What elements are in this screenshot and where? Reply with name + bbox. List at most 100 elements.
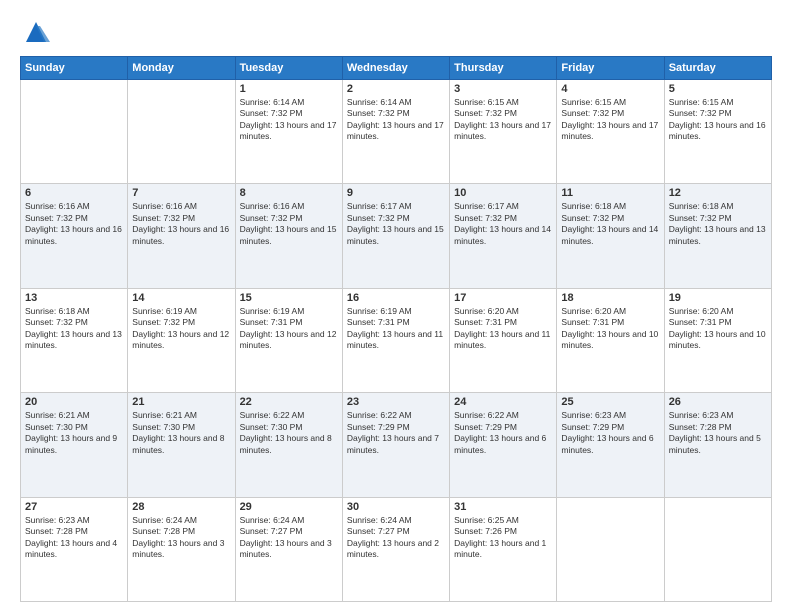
- day-info: Sunrise: 6:16 AM Sunset: 7:32 PM Dayligh…: [240, 201, 338, 247]
- day-number: 6: [25, 187, 123, 199]
- day-info: Sunrise: 6:22 AM Sunset: 7:29 PM Dayligh…: [347, 410, 445, 456]
- col-header-monday: Monday: [128, 57, 235, 80]
- day-number: 13: [25, 292, 123, 304]
- day-number: 8: [240, 187, 338, 199]
- day-info: Sunrise: 6:17 AM Sunset: 7:32 PM Dayligh…: [454, 201, 552, 247]
- day-number: 12: [669, 187, 767, 199]
- day-number: 18: [561, 292, 659, 304]
- calendar-cell: 11 Sunrise: 6:18 AM Sunset: 7:32 PM Dayli…: [557, 184, 664, 288]
- day-number: 1: [240, 83, 338, 95]
- day-number: 3: [454, 83, 552, 95]
- calendar-cell: [21, 80, 128, 184]
- day-info: Sunrise: 6:18 AM Sunset: 7:32 PM Dayligh…: [561, 201, 659, 247]
- day-info: Sunrise: 6:23 AM Sunset: 7:29 PM Dayligh…: [561, 410, 659, 456]
- day-number: 10: [454, 187, 552, 199]
- day-info: Sunrise: 6:23 AM Sunset: 7:28 PM Dayligh…: [669, 410, 767, 456]
- calendar-cell: 21 Sunrise: 6:21 AM Sunset: 7:30 PM Dayli…: [128, 393, 235, 497]
- day-info: Sunrise: 6:19 AM Sunset: 7:32 PM Dayligh…: [132, 306, 230, 352]
- calendar-cell: 18Sunrise: 6:20 AM Sunset: 7:31 PM Dayli…: [557, 288, 664, 392]
- calendar-cell: 4 Sunrise: 6:15 AM Sunset: 7:32 PM Daylig…: [557, 80, 664, 184]
- day-info: Sunrise: 6:15 AM Sunset: 7:32 PM Dayligh…: [561, 97, 659, 143]
- day-info: Sunrise: 6:15 AM Sunset: 7:32 PM Dayligh…: [454, 97, 552, 143]
- col-header-wednesday: Wednesday: [342, 57, 449, 80]
- day-number: 31: [454, 501, 552, 513]
- day-number: 27: [25, 501, 123, 513]
- page: SundayMondayTuesdayWednesdayThursdayFrid…: [0, 0, 792, 612]
- day-number: 14: [132, 292, 230, 304]
- day-info: Sunrise: 6:24 AM Sunset: 7:27 PM Dayligh…: [240, 515, 338, 561]
- day-info: Sunrise: 6:18 AM Sunset: 7:32 PM Dayligh…: [25, 306, 123, 352]
- day-number: 21: [132, 396, 230, 408]
- calendar-cell: 1 Sunrise: 6:14 AM Sunset: 7:32 PM Daylig…: [235, 80, 342, 184]
- day-info: Sunrise: 6:19 AM Sunset: 7:31 PM Dayligh…: [347, 306, 445, 352]
- calendar-cell: 12 Sunrise: 6:18 AM Sunset: 7:32 PM Dayli…: [664, 184, 771, 288]
- day-info: Sunrise: 6:20 AM Sunset: 7:31 PM Dayligh…: [454, 306, 552, 352]
- calendar-week-4: 20 Sunrise: 6:21 AM Sunset: 7:30 PM Dayli…: [21, 393, 772, 497]
- calendar-cell: 28 Sunrise: 6:24 AM Sunset: 7:28 PM Dayli…: [128, 497, 235, 601]
- col-header-friday: Friday: [557, 57, 664, 80]
- calendar-cell: 24Sunrise: 6:22 AM Sunset: 7:29 PM Dayli…: [450, 393, 557, 497]
- calendar-cell: 15 Sunrise: 6:19 AM Sunset: 7:31 PM Dayli…: [235, 288, 342, 392]
- calendar-cell: 10 Sunrise: 6:17 AM Sunset: 7:32 PM Dayli…: [450, 184, 557, 288]
- day-info: Sunrise: 6:17 AM Sunset: 7:32 PM Dayligh…: [347, 201, 445, 247]
- day-info: Sunrise: 6:21 AM Sunset: 7:30 PM Dayligh…: [132, 410, 230, 456]
- day-number: 23: [347, 396, 445, 408]
- calendar-cell: 20 Sunrise: 6:21 AM Sunset: 7:30 PM Dayli…: [21, 393, 128, 497]
- day-info: Sunrise: 6:22 AM Sunset: 7:29 PM Dayligh…: [454, 410, 552, 456]
- calendar-cell: [557, 497, 664, 601]
- day-info: Sunrise: 6:15 AM Sunset: 7:32 PM Dayligh…: [669, 97, 767, 143]
- day-number: 22: [240, 396, 338, 408]
- calendar-week-5: 27 Sunrise: 6:23 AM Sunset: 7:28 PM Dayli…: [21, 497, 772, 601]
- calendar-cell: 19 Sunrise: 6:20 AM Sunset: 7:31 PM Dayli…: [664, 288, 771, 392]
- day-number: 29: [240, 501, 338, 513]
- calendar-cell: 9 Sunrise: 6:17 AM Sunset: 7:32 PM Daylig…: [342, 184, 449, 288]
- day-info: Sunrise: 6:18 AM Sunset: 7:32 PM Dayligh…: [669, 201, 767, 247]
- day-number: 4: [561, 83, 659, 95]
- day-number: 28: [132, 501, 230, 513]
- day-info: Sunrise: 6:24 AM Sunset: 7:28 PM Dayligh…: [132, 515, 230, 561]
- calendar-cell: 8 Sunrise: 6:16 AM Sunset: 7:32 PM Daylig…: [235, 184, 342, 288]
- day-number: 15: [240, 292, 338, 304]
- calendar-cell: 3 Sunrise: 6:15 AM Sunset: 7:32 PM Daylig…: [450, 80, 557, 184]
- calendar-cell: 6 Sunrise: 6:16 AM Sunset: 7:32 PM Daylig…: [21, 184, 128, 288]
- calendar-week-1: 1 Sunrise: 6:14 AM Sunset: 7:32 PM Daylig…: [21, 80, 772, 184]
- logo-icon: [22, 18, 50, 46]
- day-info: Sunrise: 6:16 AM Sunset: 7:32 PM Dayligh…: [132, 201, 230, 247]
- day-number: 11: [561, 187, 659, 199]
- calendar-cell: 16 Sunrise: 6:19 AM Sunset: 7:31 PM Dayli…: [342, 288, 449, 392]
- logo: [20, 18, 50, 46]
- day-number: 26: [669, 396, 767, 408]
- calendar-cell: 29 Sunrise: 6:24 AM Sunset: 7:27 PM Dayli…: [235, 497, 342, 601]
- calendar-cell: 23 Sunrise: 6:22 AM Sunset: 7:29 PM Dayli…: [342, 393, 449, 497]
- day-number: 20: [25, 396, 123, 408]
- calendar-cell: 13 Sunrise: 6:18 AM Sunset: 7:32 PM Dayli…: [21, 288, 128, 392]
- calendar-cell: 30Sunrise: 6:24 AM Sunset: 7:27 PM Dayli…: [342, 497, 449, 601]
- day-number: 2: [347, 83, 445, 95]
- calendar-cell: 2 Sunrise: 6:14 AM Sunset: 7:32 PM Daylig…: [342, 80, 449, 184]
- col-header-tuesday: Tuesday: [235, 57, 342, 80]
- day-number: 7: [132, 187, 230, 199]
- day-number: 9: [347, 187, 445, 199]
- header: [20, 18, 772, 46]
- day-number: 16: [347, 292, 445, 304]
- calendar-cell: 31Sunrise: 6:25 AM Sunset: 7:26 PM Dayli…: [450, 497, 557, 601]
- day-number: 25: [561, 396, 659, 408]
- calendar-cell: 26 Sunrise: 6:23 AM Sunset: 7:28 PM Dayli…: [664, 393, 771, 497]
- calendar-cell: 22Sunrise: 6:22 AM Sunset: 7:30 PM Dayli…: [235, 393, 342, 497]
- day-info: Sunrise: 6:14 AM Sunset: 7:32 PM Dayligh…: [240, 97, 338, 143]
- day-number: 19: [669, 292, 767, 304]
- day-info: Sunrise: 6:19 AM Sunset: 7:31 PM Dayligh…: [240, 306, 338, 352]
- day-info: Sunrise: 6:21 AM Sunset: 7:30 PM Dayligh…: [25, 410, 123, 456]
- day-info: Sunrise: 6:20 AM Sunset: 7:31 PM Dayligh…: [669, 306, 767, 352]
- calendar-cell: 17Sunrise: 6:20 AM Sunset: 7:31 PM Dayli…: [450, 288, 557, 392]
- calendar-cell: [128, 80, 235, 184]
- calendar: SundayMondayTuesdayWednesdayThursdayFrid…: [20, 56, 772, 602]
- day-info: Sunrise: 6:24 AM Sunset: 7:27 PM Dayligh…: [347, 515, 445, 561]
- calendar-cell: 5Sunrise: 6:15 AM Sunset: 7:32 PM Daylig…: [664, 80, 771, 184]
- day-info: Sunrise: 6:16 AM Sunset: 7:32 PM Dayligh…: [25, 201, 123, 247]
- calendar-cell: 14 Sunrise: 6:19 AM Sunset: 7:32 PM Dayli…: [128, 288, 235, 392]
- calendar-week-2: 6 Sunrise: 6:16 AM Sunset: 7:32 PM Daylig…: [21, 184, 772, 288]
- col-header-sunday: Sunday: [21, 57, 128, 80]
- day-info: Sunrise: 6:14 AM Sunset: 7:32 PM Dayligh…: [347, 97, 445, 143]
- day-info: Sunrise: 6:23 AM Sunset: 7:28 PM Dayligh…: [25, 515, 123, 561]
